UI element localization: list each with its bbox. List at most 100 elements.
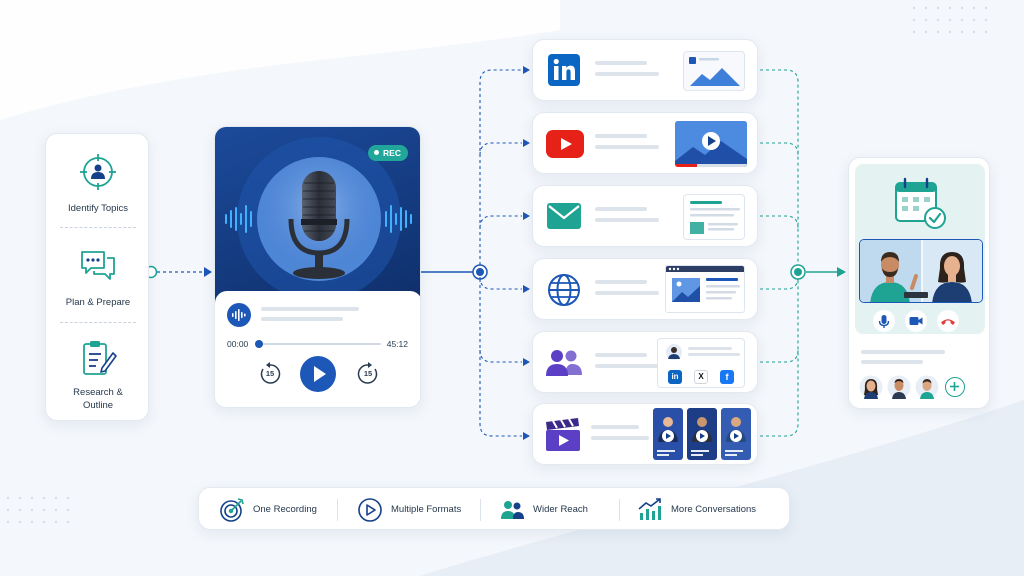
clipboard-pen-icon xyxy=(83,341,117,375)
play-button[interactable] xyxy=(300,356,336,392)
text-placeholder xyxy=(595,291,659,295)
end-call-button[interactable] xyxy=(937,310,959,332)
growth-chart-icon xyxy=(638,497,661,520)
text-placeholder xyxy=(861,360,923,364)
channel-card-social[interactable]: in X f xyxy=(532,331,758,393)
mute-button[interactable] xyxy=(873,310,895,332)
skip-back-button[interactable]: 15 xyxy=(257,361,283,387)
text-placeholder xyxy=(595,218,659,222)
group-icon xyxy=(501,500,524,519)
video-camera-icon xyxy=(909,317,923,325)
newsletter-preview xyxy=(683,194,745,240)
benefits-bar: One Recording Multiple Formats Wider Rea… xyxy=(198,487,790,530)
skip-back-label: 15 xyxy=(265,369,275,378)
video-call-participants xyxy=(860,240,982,302)
separator xyxy=(619,499,620,521)
benefit-label: Multiple Formats xyxy=(391,504,462,515)
step-identify-topics: Identify Topics xyxy=(46,152,150,215)
short-clip-thumbnail xyxy=(653,408,683,460)
text-placeholder xyxy=(595,145,659,149)
benefit-more-conversations: More Conversations xyxy=(637,488,756,531)
email-icon xyxy=(547,203,581,229)
rec-badge: REC xyxy=(368,145,408,161)
newsletter-icon xyxy=(690,201,740,234)
benefit-label: Wider Reach xyxy=(533,504,588,515)
text-placeholder xyxy=(595,61,647,65)
short-clip-thumbnail xyxy=(687,408,717,460)
text-placeholder xyxy=(861,350,945,354)
step-research-outline: Research & Outline xyxy=(46,338,150,412)
facebook-badge[interactable]: f xyxy=(720,370,734,384)
camera-button[interactable] xyxy=(905,310,927,332)
audio-player: 00:00 45:12 15 15 xyxy=(215,291,420,407)
text-placeholder xyxy=(591,425,639,429)
skip-forward-button[interactable]: 15 xyxy=(355,361,381,387)
attendee-avatar xyxy=(887,375,911,399)
waveform-icon xyxy=(227,303,251,327)
progress-knob[interactable] xyxy=(255,340,264,348)
channel-card-linkedin[interactable] xyxy=(532,39,758,101)
attendee-avatar xyxy=(859,375,883,399)
step-label: Plan & Prepare xyxy=(65,297,131,308)
meeting-card xyxy=(848,157,990,409)
channel-card-email[interactable] xyxy=(532,185,758,247)
benefit-multiple-formats: Multiple Formats xyxy=(357,488,461,531)
profile-avatar-icon xyxy=(666,344,682,360)
play-icon xyxy=(314,366,326,382)
time-total: 45:12 xyxy=(386,339,408,349)
text-placeholder xyxy=(595,364,659,368)
video-call-window xyxy=(859,239,983,303)
progress-track[interactable] xyxy=(255,340,381,348)
video-clip-icon xyxy=(721,408,751,460)
video-clip-icon xyxy=(687,408,717,460)
play-circle-icon xyxy=(358,497,382,522)
target-arrow-icon xyxy=(220,497,244,522)
text-placeholder xyxy=(688,353,740,356)
planning-steps-card: Identify Topics Plan & Prepare Research … xyxy=(45,133,149,421)
channel-card-video[interactable] xyxy=(532,403,758,465)
calendar-check-icon xyxy=(895,177,946,229)
clapperboard-icon xyxy=(546,418,580,451)
text-placeholder xyxy=(595,72,659,76)
text-placeholder xyxy=(688,347,732,350)
step-divider xyxy=(60,227,136,228)
youtube-icon xyxy=(546,130,584,158)
browser-window-icon xyxy=(666,266,744,302)
post-preview xyxy=(683,51,745,91)
text-placeholder xyxy=(595,207,647,211)
chat-bubbles-icon xyxy=(81,251,115,280)
post-image-icon xyxy=(689,57,740,86)
add-attendee-button[interactable] xyxy=(945,377,965,397)
channel-card-youtube[interactable] xyxy=(532,112,758,174)
channel-card-website[interactable] xyxy=(532,258,758,320)
microphone-icon xyxy=(878,315,890,328)
podcast-recording-card: REC 00:00 45:12 15 15 xyxy=(214,126,421,408)
target-person-icon xyxy=(80,154,116,190)
hang-up-icon xyxy=(941,319,955,325)
linkedin-icon xyxy=(548,54,580,86)
step-label: Research & Outline xyxy=(73,387,123,411)
benefit-wider-reach: Wider Reach xyxy=(499,488,588,531)
text-placeholder xyxy=(591,436,649,440)
plus-icon xyxy=(950,382,959,391)
video-clip-icon xyxy=(653,408,683,460)
benefit-label: More Conversations xyxy=(671,504,757,515)
video-thumbnail xyxy=(675,121,747,167)
step-plan-prepare: Plan & Prepare xyxy=(46,246,150,309)
webpage-preview xyxy=(665,265,745,313)
separator xyxy=(480,499,481,521)
time-current: 00:00 xyxy=(227,339,249,349)
text-placeholder xyxy=(595,353,647,357)
text-placeholder xyxy=(595,280,647,284)
podcast-hero: REC xyxy=(215,127,420,303)
text-placeholder xyxy=(595,134,647,138)
linkedin-badge[interactable]: in xyxy=(668,370,682,384)
benefit-label: One Recording xyxy=(253,504,317,515)
video-thumbnail-icon xyxy=(675,121,747,167)
skip-forward-label: 15 xyxy=(363,369,373,378)
x-badge[interactable]: X xyxy=(694,370,708,384)
separator xyxy=(337,499,338,521)
globe-icon xyxy=(548,274,580,306)
social-post-preview: in X f xyxy=(657,338,745,388)
step-label: Identify Topics xyxy=(67,203,129,214)
